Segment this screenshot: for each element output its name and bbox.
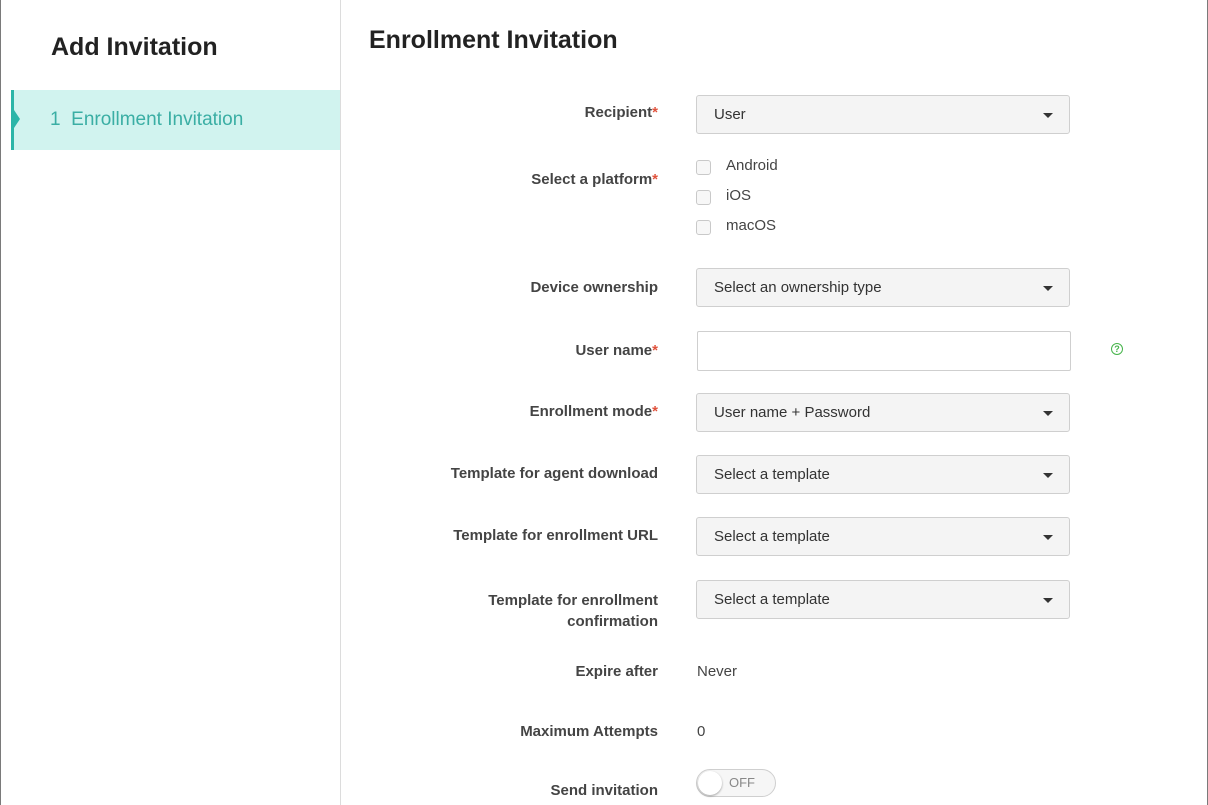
caret-down-icon [1043,598,1053,603]
macos-label: macOS [726,217,777,234]
expire-after-value: Never [697,663,738,680]
template-enrollment-url-select[interactable]: Select a template [696,517,1070,556]
device-ownership-label: Device ownership [530,279,658,296]
template-enrollment-confirmation-value: Select a template [714,591,830,608]
recipient-label-text: Recipient [584,104,653,121]
android-checkbox[interactable] [696,160,711,175]
required-marker: * [652,403,658,420]
ios-label: iOS [726,187,752,204]
active-step-arrow-icon [14,110,20,128]
template-enrollment-confirmation-label-line2: confirmation [567,613,658,630]
template-enrollment-confirmation-label: Template for enrollment confirmation [488,590,658,632]
enrollment-mode-label: Enrollment mode* [530,403,658,420]
template-agent-download-select[interactable]: Select a template [696,455,1070,494]
step-name: Enrollment Invitation [71,109,244,130]
expire-after-label: Expire after [575,663,658,680]
recipient-value: User [714,106,746,123]
template-enrollment-url-label: Template for enrollment URL [453,527,658,544]
maximum-attempts-value: 0 [697,723,706,740]
caret-down-icon [1043,411,1053,416]
android-label: Android [726,157,778,174]
template-enrollment-url-value: Select a template [714,528,830,545]
sidebar: Add Invitation 1 Enrollment Invitation [1,0,341,805]
enrollment-mode-value: User name + Password [714,404,871,421]
user-name-label: User name* [575,342,658,359]
ios-checkbox[interactable] [696,190,711,205]
device-ownership-value: Select an ownership type [714,279,882,296]
enrollment-mode-label-text: Enrollment mode [529,403,653,420]
macos-checkbox[interactable] [696,220,711,235]
template-enrollment-confirmation-label-line1: Template for enrollment [488,592,658,609]
user-name-input[interactable] [698,332,1070,370]
required-marker: * [652,104,658,121]
required-marker: * [652,171,658,188]
template-agent-download-value: Select a template [714,466,830,483]
recipient-label: Recipient* [585,104,658,121]
step-number: 1 [50,109,61,130]
toggle-state: OFF [729,775,755,790]
caret-down-icon [1043,113,1053,118]
sidebar-title: Add Invitation [51,33,218,61]
caret-down-icon [1043,473,1053,478]
template-agent-download-label: Template for agent download [450,465,658,482]
enrollment-mode-select[interactable]: User name + Password [696,393,1070,432]
step-enrollment-invitation[interactable]: 1 Enrollment Invitation [11,90,340,150]
send-invitation-toggle[interactable]: OFF [696,769,776,797]
platform-label-text: Select a platform [531,171,653,188]
device-ownership-select[interactable]: Select an ownership type [696,268,1070,307]
platform-label: Select a platform* [531,171,658,188]
maximum-attempts-label: Maximum Attempts [520,723,658,740]
user-name-field[interactable] [697,331,1071,371]
page-title: Enrollment Invitation [369,26,618,54]
user-name-label-text: User name [575,342,653,359]
template-enrollment-confirmation-select[interactable]: Select a template [696,580,1070,619]
help-icon[interactable]: ? [1111,343,1123,355]
recipient-select[interactable]: User [696,95,1070,134]
toggle-knob [698,771,722,795]
caret-down-icon [1043,286,1053,291]
caret-down-icon [1043,535,1053,540]
send-invitation-label: Send invitation [550,782,658,799]
step-label: 1 Enrollment Invitation [50,109,243,131]
required-marker: * [652,342,658,359]
